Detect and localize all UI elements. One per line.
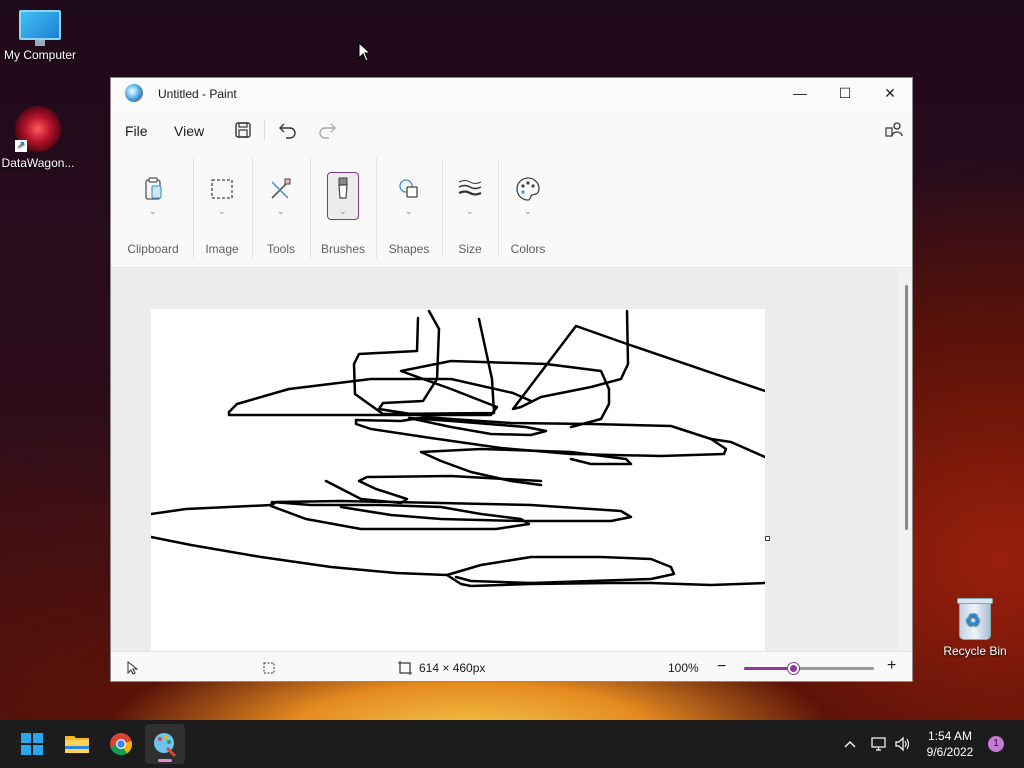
window-title: Untitled - Paint bbox=[158, 87, 237, 101]
ribbon-group-label: Colors bbox=[510, 242, 546, 256]
canvas-size-icon bbox=[398, 661, 412, 675]
file-explorer-button[interactable] bbox=[57, 724, 97, 764]
desktop-icon-label: My Computer bbox=[3, 48, 77, 62]
selection-icon bbox=[211, 179, 233, 199]
size-icon bbox=[458, 180, 482, 196]
paint-icon bbox=[154, 733, 177, 758]
start-icon bbox=[21, 733, 43, 755]
shortcut-arrow-icon: ↗ bbox=[15, 140, 27, 152]
network-icon[interactable] bbox=[870, 736, 888, 752]
ribbon-group-label: Brushes bbox=[320, 242, 366, 256]
pointer-position-icon bbox=[127, 661, 139, 675]
tools-icon bbox=[271, 178, 291, 199]
ribbon: ⌄ Clipboard ⌄ Image ⌄ Tools ⌄ Brushes ⌄ … bbox=[111, 150, 912, 268]
desktop-icon-my-computer[interactable]: My Computer bbox=[0, 10, 80, 62]
zoom-in-button[interactable]: + bbox=[887, 657, 896, 675]
desktop-icon-label: DataWagon... bbox=[1, 156, 75, 170]
canvas-viewport bbox=[111, 269, 898, 651]
scribble-drawing bbox=[149, 309, 767, 588]
desktop-icon-label: Recycle Bin bbox=[943, 644, 1007, 658]
title-bar[interactable]: Untitled - Paint — ☐ ✕ bbox=[111, 78, 912, 110]
file-explorer-icon bbox=[65, 736, 89, 753]
zoom-slider-thumb[interactable] bbox=[788, 663, 800, 674]
maximize-button[interactable]: ☐ bbox=[822, 78, 868, 110]
paint-taskbar-button[interactable] bbox=[145, 724, 185, 764]
mouse-cursor-icon bbox=[358, 42, 372, 62]
clock[interactable]: 1:54 AM 9/6/2022 bbox=[918, 728, 982, 760]
zoom-slider-fill bbox=[744, 667, 794, 670]
menu-view[interactable]: View bbox=[174, 123, 204, 139]
drawing-canvas[interactable] bbox=[149, 309, 767, 651]
zoom-percentage: 100% bbox=[668, 661, 699, 675]
start-button[interactable] bbox=[12, 724, 52, 764]
zoom-out-button[interactable]: − bbox=[717, 658, 726, 676]
account-icon[interactable] bbox=[882, 118, 906, 142]
minimize-button[interactable]: — bbox=[777, 78, 823, 110]
ribbon-group-clipboard[interactable]: ⌄ Clipboard bbox=[121, 150, 185, 268]
clock-date: 9/6/2022 bbox=[926, 745, 974, 759]
canvas-resize-handle[interactable] bbox=[765, 536, 770, 541]
canvas-size-text: 614 × 460px bbox=[419, 661, 486, 675]
palette-icon bbox=[516, 177, 540, 201]
save-icon[interactable] bbox=[231, 118, 255, 142]
paint-window: Untitled - Paint — ☐ ✕ File View ⌄ Clipb… bbox=[110, 77, 913, 682]
chrome-icon bbox=[110, 733, 133, 756]
ribbon-group-label: Image bbox=[205, 242, 239, 256]
clock-time: 1:54 AM bbox=[927, 729, 973, 743]
ribbon-group-brushes[interactable]: ⌄ Brushes bbox=[314, 150, 372, 268]
ribbon-group-colors[interactable]: ⌄ Colors bbox=[500, 150, 556, 268]
ribbon-group-label: Size bbox=[458, 242, 482, 256]
notification-badge[interactable]: 1 bbox=[988, 736, 1004, 752]
ribbon-group-label: Tools bbox=[266, 242, 295, 256]
chevron-down-icon: ⌄ bbox=[149, 206, 157, 216]
ribbon-group-tools[interactable]: ⌄ Tools bbox=[254, 150, 308, 268]
ribbon-group-size[interactable]: ⌄ Size bbox=[444, 150, 496, 268]
show-hidden-icons-chevron-icon[interactable] bbox=[843, 738, 857, 750]
chevron-down-icon: ⌄ bbox=[339, 206, 347, 216]
datawagon-icon: ↗ bbox=[15, 106, 61, 152]
redo-icon[interactable] bbox=[315, 118, 339, 142]
clipboard-icon bbox=[145, 177, 162, 200]
ribbon-group-image[interactable]: ⌄ Image bbox=[195, 150, 249, 268]
chrome-button[interactable] bbox=[101, 724, 141, 764]
ribbon-group-label: Shapes bbox=[388, 242, 430, 256]
chevron-down-icon: ⌄ bbox=[277, 206, 285, 216]
recycle-bin-icon: ♻ bbox=[957, 598, 993, 640]
status-bar: 614 × 460px 100% − + bbox=[111, 651, 912, 681]
close-button[interactable]: ✕ bbox=[867, 78, 912, 110]
undo-icon[interactable] bbox=[276, 118, 300, 142]
chevron-down-icon: ⌄ bbox=[218, 206, 226, 216]
brush-icon bbox=[338, 177, 348, 199]
vertical-scrollbar[interactable] bbox=[899, 269, 912, 651]
menu-bar: File View bbox=[111, 110, 912, 150]
volume-icon[interactable] bbox=[894, 736, 912, 752]
ribbon-group-shapes[interactable]: ⌄ Shapes bbox=[378, 150, 440, 268]
active-app-indicator bbox=[158, 759, 172, 762]
paint-app-icon bbox=[125, 84, 143, 102]
desktop-icon-datawagon[interactable]: ↗ DataWagon... bbox=[0, 106, 78, 170]
chevron-down-icon: ⌄ bbox=[405, 206, 413, 216]
shapes-icon bbox=[399, 179, 418, 198]
desktop-icon-recycle-bin[interactable]: ♻ Recycle Bin bbox=[935, 598, 1015, 658]
scrollbar-thumb[interactable] bbox=[905, 285, 908, 530]
zoom-slider[interactable] bbox=[744, 663, 874, 674]
chevron-down-icon: ⌄ bbox=[524, 206, 532, 216]
menu-file[interactable]: File bbox=[125, 123, 148, 139]
selection-size-icon bbox=[263, 662, 275, 674]
ribbon-group-label: Clipboard bbox=[127, 242, 179, 256]
chevron-down-icon: ⌄ bbox=[466, 206, 474, 216]
taskbar: 1:54 AM 9/6/2022 bbox=[0, 720, 1024, 768]
computer-icon bbox=[19, 10, 61, 46]
